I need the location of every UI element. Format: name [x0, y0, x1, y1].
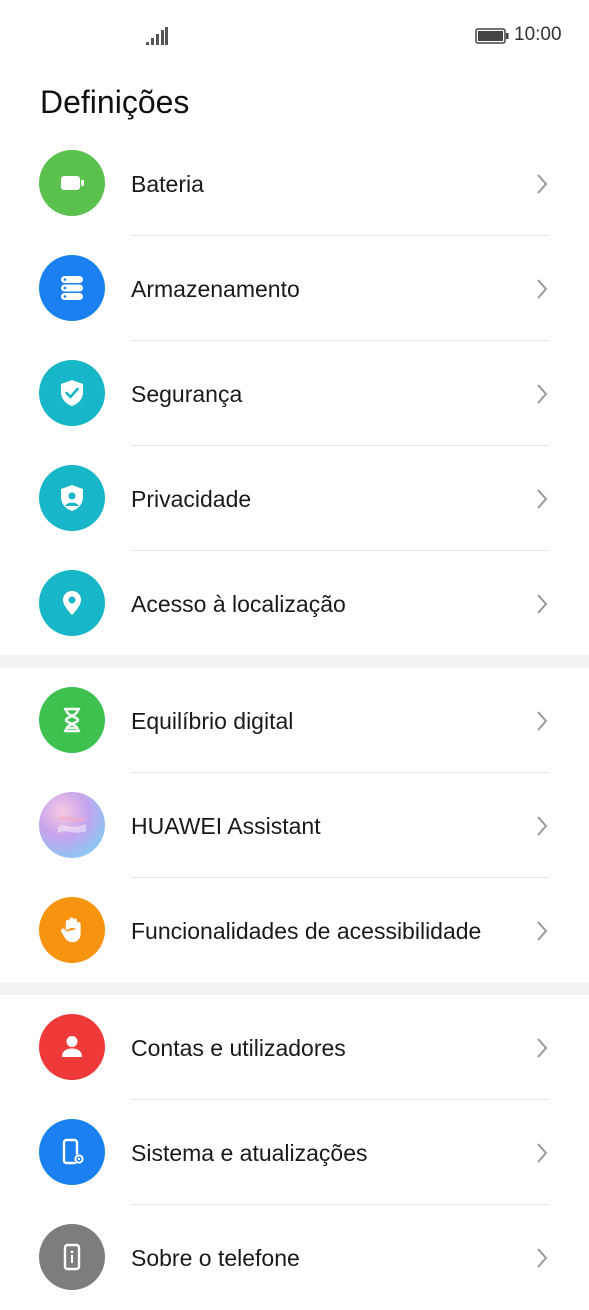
settings-group-1: Bateria Armazenamento Segurança Privacid… — [0, 131, 589, 656]
settings-item-label: HUAWEI Assistant — [131, 812, 321, 839]
status-bar: 10:00 — [0, 0, 589, 72]
settings-item-label: Segurança — [131, 380, 243, 407]
huawei-assistant-icon — [39, 792, 105, 858]
settings-item-label: Sobre o telefone — [131, 1244, 300, 1271]
settings-group-2: Equilíbrio digital HUAWEI Assistant Func… — [0, 668, 589, 983]
settings-item-sobre-telefone[interactable]: Sobre o telefone — [0, 1205, 589, 1310]
section-separator — [0, 982, 589, 995]
settings-item-label: Equilíbrio digital — [131, 707, 294, 734]
chevron-right-icon — [537, 593, 548, 614]
settings-item-label: Armazenamento — [131, 275, 300, 302]
user-icon — [39, 1014, 105, 1080]
chevron-right-icon — [537, 383, 548, 404]
settings-item-equilibrio-digital[interactable]: Equilíbrio digital — [0, 668, 589, 773]
phone-info-icon — [39, 1224, 105, 1290]
settings-item-huawei-assistant[interactable]: HUAWEI Assistant — [0, 773, 589, 878]
chevron-right-icon — [537, 488, 548, 509]
hand-icon — [39, 897, 105, 963]
settings-item-privacidade[interactable]: Privacidade — [0, 446, 589, 551]
settings-item-label: Bateria — [131, 170, 204, 197]
section-separator — [0, 655, 589, 668]
chevron-right-icon — [537, 278, 548, 299]
settings-group-3: Contas e utilizadores Sistema e atualiza… — [0, 995, 589, 1310]
page-title: Definições — [40, 84, 190, 120]
chevron-right-icon — [537, 1247, 548, 1268]
chevron-right-icon — [537, 1142, 548, 1163]
settings-item-contas[interactable]: Contas e utilizadores — [0, 995, 589, 1100]
hourglass-icon — [39, 687, 105, 753]
settings-item-label: Funcionalidades de acessibilidade — [131, 917, 482, 944]
phone-settings-icon — [39, 1119, 105, 1185]
settings-item-localizacao[interactable]: Acesso à localização — [0, 551, 589, 656]
settings-item-armazenamento[interactable]: Armazenamento — [0, 236, 589, 341]
battery-icon — [39, 150, 105, 216]
chevron-right-icon — [537, 920, 548, 941]
settings-item-acessibilidade[interactable]: Funcionalidades de acessibilidade — [0, 878, 589, 983]
clock: 10:00 — [514, 24, 562, 45]
settings-item-label: Contas e utilizadores — [131, 1034, 346, 1061]
storage-icon — [39, 255, 105, 321]
shield-check-icon — [39, 360, 105, 426]
chevron-right-icon — [537, 173, 548, 194]
settings-item-bateria[interactable]: Bateria — [0, 131, 589, 236]
privacy-icon — [39, 465, 105, 531]
chevron-right-icon — [537, 815, 548, 836]
settings-item-seguranca[interactable]: Segurança — [0, 341, 589, 446]
settings-item-label: Sistema e atualizações — [131, 1139, 368, 1166]
settings-item-label: Acesso à localização — [131, 590, 346, 617]
chevron-right-icon — [537, 1037, 548, 1058]
location-pin-icon — [39, 570, 105, 636]
battery-status-icon — [475, 28, 509, 44]
signal-icon — [146, 27, 168, 45]
settings-item-label: Privacidade — [131, 485, 252, 512]
settings-item-sistema[interactable]: Sistema e atualizações — [0, 1100, 589, 1205]
chevron-right-icon — [537, 710, 548, 731]
